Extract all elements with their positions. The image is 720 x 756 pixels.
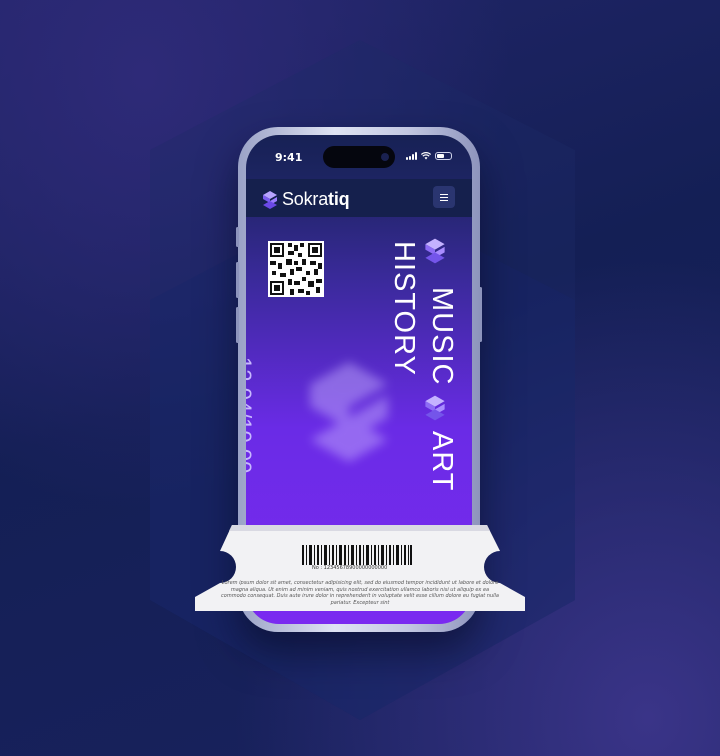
ticket-number: No : 12345678900000000000 <box>312 565 388 571</box>
ticket-title-history: HISTORY <box>388 241 420 376</box>
sokratiq-logo-icon <box>425 395 445 421</box>
sokratiq-logo-icon <box>263 190 277 209</box>
brand-logo[interactable]: Sokratiq <box>262 189 350 210</box>
phone-volume-up-button <box>236 262 239 298</box>
wifi-icon <box>421 152 431 160</box>
barcode-icon <box>302 545 412 565</box>
phone-volume-down-button <box>236 307 239 343</box>
phone-power-button <box>479 287 482 342</box>
ticket-title-art: ART <box>426 431 458 492</box>
dynamic-island <box>323 146 395 168</box>
app-header: Sokratiq <box>246 179 472 217</box>
battery-icon <box>435 152 452 160</box>
signal-icon <box>406 152 417 160</box>
ticket-date-time: 12.04/10.00PM <box>246 357 256 493</box>
status-icons <box>406 152 452 160</box>
brand-name: Sokratiq <box>282 189 350 209</box>
qr-code-icon <box>268 241 324 297</box>
hamburger-menu-icon[interactable] <box>433 186 455 208</box>
background-logo-glow <box>310 362 388 462</box>
ticket-fine-print: Lorem ipsum dolor sit amet, consectetur … <box>221 580 499 606</box>
status-time: 9:41 <box>275 151 303 164</box>
sokratiq-logo-icon <box>425 238 445 264</box>
ticket-title-music: MUSIC <box>426 287 458 386</box>
phone-mute-button <box>236 227 239 247</box>
